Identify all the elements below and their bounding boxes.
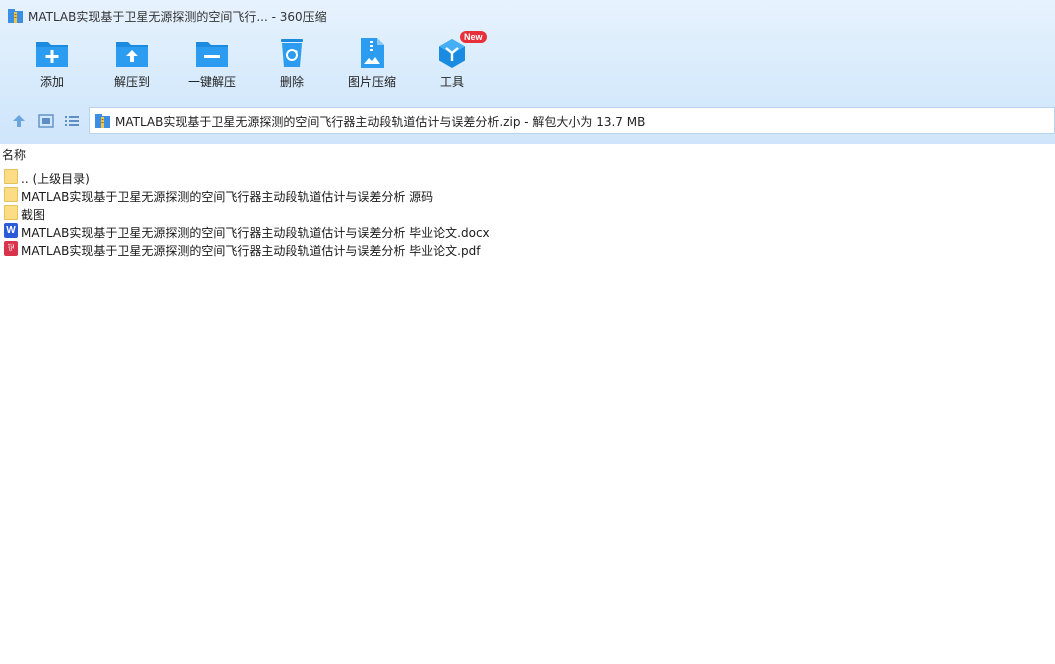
folder-icon (4, 187, 18, 202)
recycle-bin-icon (281, 39, 303, 67)
list-item-label: 截图 (21, 208, 46, 222)
thumbnail-view-icon[interactable] (38, 113, 54, 129)
folder-icon (4, 169, 18, 184)
extract-to-button[interactable]: 解压到 (92, 34, 172, 96)
add-label: 添加 (39, 75, 64, 89)
image-compress-button[interactable]: 图片压缩 (332, 34, 412, 96)
address-row: MATLAB实现基于卫星无源探测的空间飞行器主动段轨道估计与误差分析.zip -… (0, 107, 1055, 135)
window-chrome: MATLAB实现基于卫星无源探测的空间飞行... - 360压缩 添加 解压到 (0, 0, 1055, 144)
toolbar: 添加 解压到 一键解压 删除 图片压缩 New 工具 (0, 31, 1055, 98)
extract-to-label: 解压到 (113, 75, 150, 89)
new-badge: New (460, 31, 487, 43)
list-item-label: MATLAB实现基于卫星无源探测的空间飞行器主动段轨道估计与误差分析 源码 (21, 190, 434, 204)
folder-icon (4, 205, 18, 220)
up-arrow-icon[interactable] (11, 113, 27, 129)
image-compress-icon (361, 38, 384, 68)
tools-button[interactable]: New 工具 (412, 31, 492, 96)
extract-to-icon (116, 42, 148, 67)
list-item-label: .. (上级目录) (21, 172, 90, 186)
one-click-extract-icon (196, 42, 228, 67)
pdf-document-icon: ⅌ (4, 241, 18, 256)
file-list: .. (上级目录) MATLAB实现基于卫星无源探测的空间飞行器主动段轨道估计与… (0, 168, 1055, 258)
list-item-parent-dir[interactable]: .. (上级目录) (0, 168, 1055, 186)
one-click-extract-label: 一键解压 (187, 75, 236, 89)
list-item-docx[interactable]: W MATLAB实现基于卫星无源探测的空间飞行器主动段轨道估计与误差分析 毕业论… (0, 222, 1055, 240)
archive-icon (8, 9, 23, 23)
image-compress-label: 图片压缩 (347, 75, 396, 89)
window-title: MATLAB实现基于卫星无源探测的空间飞行... - 360压缩 (28, 10, 327, 24)
list-item-label: MATLAB实现基于卫星无源探测的空间飞行器主动段轨道估计与误差分析 毕业论文.… (21, 244, 481, 258)
delete-label: 删除 (279, 75, 304, 89)
address-path: MATLAB实现基于卫星无源探测的空间飞行器主动段轨道估计与误差分析.zip -… (115, 115, 646, 129)
archive-icon (95, 114, 110, 128)
list-item-pdf[interactable]: ⅌ MATLAB实现基于卫星无源探测的空间飞行器主动段轨道估计与误差分析 毕业论… (0, 240, 1055, 258)
list-view-icon[interactable] (64, 113, 80, 129)
add-folder-icon (36, 42, 68, 67)
title-bar: MATLAB实现基于卫星无源探测的空间飞行... - 360压缩 (0, 0, 1055, 32)
tools-label: 工具 (439, 75, 464, 89)
one-click-extract-button[interactable]: 一键解压 (172, 34, 252, 96)
delete-button[interactable]: 删除 (252, 34, 332, 96)
column-header-name[interactable]: 名称 (0, 146, 1055, 166)
list-item-screenshots-folder[interactable]: 截图 (0, 204, 1055, 222)
address-bar[interactable]: MATLAB实现基于卫星无源探测的空间飞行器主动段轨道估计与误差分析.zip -… (89, 107, 1055, 134)
list-item-label: MATLAB实现基于卫星无源探测的空间飞行器主动段轨道估计与误差分析 毕业论文.… (21, 226, 490, 240)
file-list-pane: 名称 .. (上级目录) MATLAB实现基于卫星无源探测的空间飞行器主动段轨道… (0, 144, 1055, 664)
add-button[interactable]: 添加 (12, 34, 92, 96)
list-item-source-folder[interactable]: MATLAB实现基于卫星无源探测的空间飞行器主动段轨道估计与误差分析 源码 (0, 186, 1055, 204)
word-document-icon: W (4, 223, 18, 238)
